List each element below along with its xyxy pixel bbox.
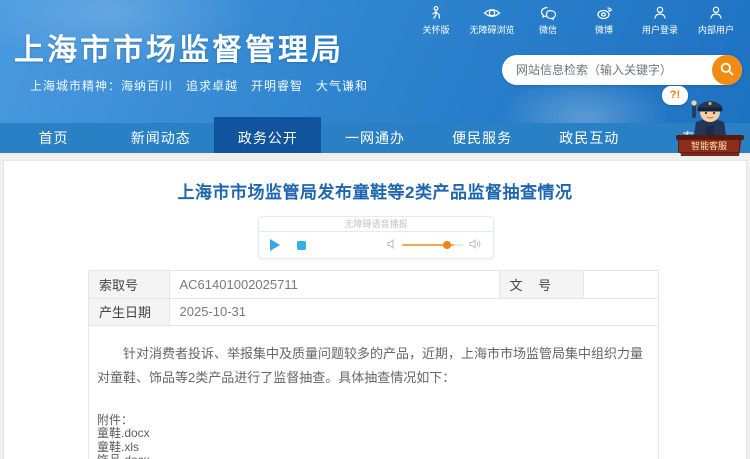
volume-up-icon[interactable] [469,236,482,254]
stop-icon[interactable] [297,241,306,250]
search-icon [719,61,735,80]
main-nav: 首页 新闻动态 政务公开 一网通办 便民服务 政民互动 专题 [0,123,750,153]
care-version-icon [408,4,464,21]
utility-label: 无障碍浏览 [464,23,520,36]
site-header: 关怀版 无障碍浏览 微信 微博 [0,0,750,123]
attachments-label: 附件： [97,414,650,428]
index-number-value: AC61401002025711 [169,271,499,298]
doc-number-value [583,271,658,298]
audio-player: 无障碍语音播报 [258,216,494,259]
site-title: 上海市市场监督管理局 [14,25,344,69]
meta-table: 索取号 AC61401002025711 文 号 产生日期 2025-10-31 [89,271,658,326]
utility-label: 内部用户 [688,23,744,36]
nav-item-interaction[interactable]: 政民互动 [536,123,643,153]
audio-player-status: 无障碍语音播报 [259,217,493,232]
article-body: 针对消费者投诉、举报集中及质量问题较多的产品，近期，上海市市场监管局集中组织力量… [89,326,658,390]
utility-bar: 关怀版 无障碍浏览 微信 微博 [408,4,744,36]
table-row: 产生日期 2025-10-31 [89,298,658,325]
index-number-label: 索取号 [89,271,169,298]
article-content-box: 索取号 AC61401002025711 文 号 产生日期 2025-10-31… [88,270,659,459]
attachment-link[interactable]: 童鞋.xls [97,441,650,455]
doc-number-label: 文 号 [499,271,583,298]
wechat-icon [520,4,576,21]
utility-user-login[interactable]: 用户登录 [632,4,688,36]
nav-item-news[interactable]: 新闻动态 [107,123,214,153]
page: 关怀版 无障碍浏览 微信 微博 [0,0,750,459]
volume-down-icon[interactable] [387,236,397,254]
site-slogan: 上海城市精神：海纳百川 追求卓越 开明睿智 大气谦和 [30,77,368,94]
site-search [502,55,742,85]
nav-item-gov-disclosure[interactable]: 政务公开 [214,117,321,153]
search-input[interactable] [502,63,712,77]
internal-user-icon [688,4,744,21]
attachment-link[interactable]: 童鞋.docx [97,427,650,441]
accessibility-eye-icon [464,4,520,21]
issue-date-value: 2025-10-31 [169,298,658,325]
utility-care-version[interactable]: 关怀版 [408,4,464,36]
utility-label: 微博 [576,23,632,36]
nav-item-home[interactable]: 首页 [0,123,107,153]
nav-item-public-service[interactable]: 便民服务 [429,123,536,153]
utility-internal-user[interactable]: 内部用户 [688,4,744,36]
weibo-icon [576,4,632,21]
user-login-icon [632,4,688,21]
smart-service-label: 智能客服 [678,139,740,153]
audio-player-controls [259,232,493,258]
utility-label: 微信 [520,23,576,36]
utility-accessibility[interactable]: 无障碍浏览 [464,4,520,36]
volume-control [387,236,482,254]
utility-weibo[interactable]: 微博 [576,4,632,36]
table-row: 索取号 AC61401002025711 文 号 [89,271,658,298]
attachments: 附件： 童鞋.docx 童鞋.xls 饰品.docx 饰品.xls [89,390,658,459]
utility-label: 关怀版 [408,23,464,36]
mascot-assistant[interactable]: ?! 智能客服 [654,86,746,158]
volume-slider[interactable] [402,244,454,246]
article-card: 上海市市场监管局发布童鞋等2类产品监督抽查情况 无障碍语音播报 [3,160,747,459]
play-icon[interactable] [270,239,280,251]
attachment-link[interactable]: 饰品.docx [97,454,650,459]
nav-item-one-stop[interactable]: 一网通办 [321,123,428,153]
issue-date-label: 产生日期 [89,298,169,325]
utility-label: 用户登录 [632,23,688,36]
utility-wechat[interactable]: 微信 [520,4,576,36]
search-button[interactable] [712,55,742,85]
article-title: 上海市市场监管局发布童鞋等2类产品监督抽查情况 [4,178,746,203]
mascot-speech-bubble: ?! [662,86,688,105]
